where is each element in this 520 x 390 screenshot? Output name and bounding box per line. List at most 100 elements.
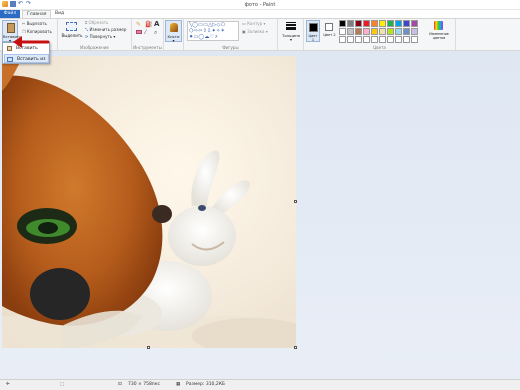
- scissors-icon: ✂: [22, 21, 26, 26]
- tab-view[interactable]: Вид: [55, 10, 64, 18]
- image-dimensions: 730 × 758пкс: [128, 382, 160, 387]
- palette-swatch[interactable]: [387, 36, 394, 43]
- brushes-button[interactable]: Кисти ▾: [165, 20, 182, 43]
- palette-swatch[interactable]: [347, 20, 354, 27]
- selection-size-icon: ⬚: [60, 382, 65, 387]
- palette-swatch[interactable]: [403, 36, 410, 43]
- palette-swatch[interactable]: [339, 36, 346, 43]
- red-arrow-annotation: [13, 36, 50, 48]
- palette-swatch[interactable]: [371, 20, 378, 27]
- color-palette: [339, 20, 421, 45]
- resize-handle-corner[interactable]: [294, 346, 297, 349]
- palette-swatch[interactable]: [339, 20, 346, 27]
- palette-swatch[interactable]: [387, 28, 394, 35]
- palette-swatch[interactable]: [411, 36, 418, 43]
- brushes-chevron-down-icon: ▾: [172, 38, 175, 43]
- resize-label: Изменить размер: [89, 27, 127, 32]
- magnifier-icon[interactable]: ⌕: [154, 29, 157, 37]
- palette-swatch[interactable]: [347, 28, 354, 35]
- line-thickness-icon: [286, 22, 296, 30]
- shapes-group: ╲◯▭▭△▷◇⬠ ⬡⇨⇦⇧⇩✦✧✶ ✷▭◯☁♡⚡ ▭ Контур ▾ ▣ За…: [184, 19, 278, 51]
- file-size-icon: ▦: [176, 382, 181, 387]
- paste-from-icon: [7, 57, 13, 62]
- color-wheel-icon: [434, 21, 443, 30]
- shapes-row-3: ✷▭◯☁♡⚡: [189, 34, 219, 40]
- shapes-group-label: Фигуры: [222, 45, 239, 50]
- colors-group: Цвет 1 Цвет 2 Изменение цветов Цвета: [304, 19, 456, 51]
- palette-swatch[interactable]: [363, 36, 370, 43]
- palette-swatch[interactable]: [363, 28, 370, 35]
- menu-item-paste-from[interactable]: Вставить из: [4, 54, 49, 63]
- palette-swatch[interactable]: [355, 28, 362, 35]
- palette-swatch[interactable]: [339, 28, 346, 35]
- palette-swatch[interactable]: [403, 28, 410, 35]
- resize-handle-bottom[interactable]: [147, 346, 150, 349]
- status-bar: ✛ ⬚ ⊡ 730 × 758пкс ▦ Размер: 310,2КБ: [0, 379, 520, 390]
- brush-icon: [170, 23, 178, 32]
- tools-group: ✎ ⛽ A ⁄ ⌕ Инструменты: [132, 19, 164, 51]
- tab-file[interactable]: Файл: [0, 10, 20, 18]
- rotate-button[interactable]: ⟳ Повернуть ▾: [85, 34, 115, 39]
- title-bar: ↶ ↷ фото - Paint: [0, 0, 520, 10]
- size-group: Толщина ▾: [278, 19, 304, 51]
- ribbon: Вставить ▾ ✂ Вырезать ❐ Копировать Выдел…: [0, 18, 520, 51]
- size-chevron-down-icon: ▾: [289, 37, 292, 42]
- select-label: Выделить: [61, 33, 83, 38]
- eraser-icon[interactable]: [136, 30, 142, 34]
- crop-label: Обрезать: [88, 20, 109, 25]
- palette-swatch[interactable]: [371, 36, 378, 43]
- fill-label: Заливка ▾: [247, 29, 268, 34]
- crop-icon: ⌗: [85, 20, 88, 25]
- size-button[interactable]: Толщина ▾: [280, 20, 302, 42]
- resize-button[interactable]: ⤡ Изменить размер: [85, 27, 126, 32]
- resize-handle-right[interactable]: [294, 200, 297, 203]
- palette-swatch[interactable]: [371, 28, 378, 35]
- palette-swatch[interactable]: [347, 36, 354, 43]
- palette-swatch[interactable]: [395, 20, 402, 27]
- edit-colors-button[interactable]: Изменение цветов: [424, 20, 454, 46]
- palette-swatch[interactable]: [387, 20, 394, 27]
- edit-colors-label: Изменение цветов: [429, 32, 449, 40]
- palette-swatch[interactable]: [395, 36, 402, 43]
- color1-swatch: [309, 23, 318, 32]
- palette-swatch[interactable]: [355, 36, 362, 43]
- resize-icon: ⤡: [85, 27, 89, 32]
- palette-swatch[interactable]: [411, 28, 418, 35]
- fill-icon: ▣: [242, 29, 246, 34]
- cut-button[interactable]: ✂ Вырезать: [22, 21, 47, 26]
- selection-icon: [66, 22, 77, 31]
- color-picker-icon[interactable]: ⁄: [145, 29, 146, 36]
- cut-label: Вырезать: [26, 21, 47, 26]
- rotate-icon: ⟳: [85, 34, 89, 39]
- canvas-image[interactable]: [2, 56, 296, 348]
- palette-swatch[interactable]: [363, 20, 370, 27]
- palette-swatch[interactable]: [355, 20, 362, 27]
- shapes-gallery[interactable]: ╲◯▭▭△▷◇⬠ ⬡⇨⇦⇧⇩✦✧✶ ✷▭◯☁♡⚡: [187, 21, 239, 41]
- palette-swatch[interactable]: [395, 28, 402, 35]
- image-group: Выделить ⌗ Обрезать ⤡ Изменить размер ⟳ …: [58, 19, 132, 51]
- palette-swatch[interactable]: [379, 36, 386, 43]
- fill-bucket-icon[interactable]: ⛽: [145, 21, 152, 28]
- file-size: Размер: 310,2КБ: [186, 382, 225, 387]
- palette-swatch[interactable]: [403, 20, 410, 27]
- pencil-icon[interactable]: ✎: [136, 21, 141, 28]
- palette-swatch[interactable]: [379, 28, 386, 35]
- crop-button[interactable]: ⌗ Обрезать: [85, 20, 108, 25]
- ribbon-tabs: Файл Главная Вид: [0, 10, 520, 18]
- window-title: фото - Paint: [244, 2, 276, 8]
- text-icon[interactable]: A: [154, 20, 159, 28]
- tools-group-label: Инструменты: [133, 45, 162, 50]
- outline-label: Контур ▾: [247, 21, 266, 26]
- select-button[interactable]: Выделить: [61, 21, 83, 41]
- image-group-label: Изображение: [80, 45, 109, 50]
- palette-swatch[interactable]: [379, 20, 386, 27]
- palette-swatch[interactable]: [411, 20, 418, 27]
- colors-group-label: Цвета: [373, 45, 386, 50]
- color1-button[interactable]: Цвет 1: [306, 20, 320, 42]
- outline-button[interactable]: ▭ Контур ▾: [242, 21, 265, 26]
- color2-swatch: [325, 23, 333, 31]
- fill-button[interactable]: ▣ Заливка ▾: [242, 29, 268, 34]
- clipboard-icon: [7, 23, 15, 33]
- tab-home[interactable]: Главная: [22, 10, 52, 18]
- color2-button[interactable]: Цвет 2: [323, 20, 336, 42]
